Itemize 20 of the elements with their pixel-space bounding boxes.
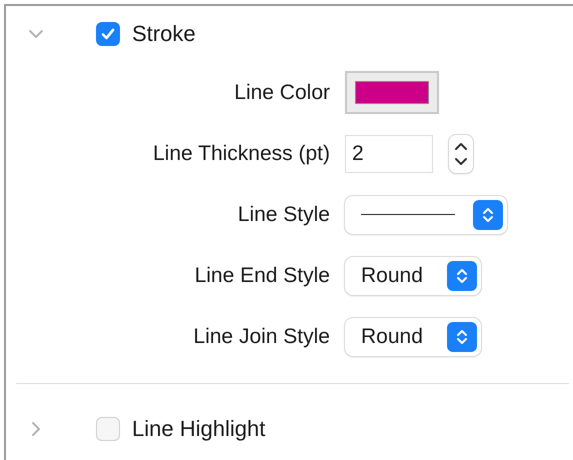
thickness-field[interactable]: 2 xyxy=(345,134,433,172)
field-label: Line Join Style xyxy=(192,324,330,348)
solid-line-icon xyxy=(361,214,455,216)
field-label: Line Color xyxy=(233,80,330,104)
popup-arrows-icon xyxy=(446,260,477,290)
popup-button[interactable]: Round xyxy=(345,318,481,356)
line-style-popup[interactable] xyxy=(345,196,507,234)
field-label: Line Style xyxy=(236,202,330,226)
field-label: Line End Style xyxy=(194,264,330,288)
checkmark-icon xyxy=(100,26,116,42)
checkbox[interactable] xyxy=(96,417,120,441)
popup-button[interactable]: Round xyxy=(345,256,481,294)
section-title: Stroke xyxy=(132,21,196,47)
field-label: Line Thickness (pt) xyxy=(152,142,330,166)
section-title: Line Highlight xyxy=(132,416,266,442)
color-well[interactable] xyxy=(345,71,439,114)
checkbox[interactable] xyxy=(96,22,120,46)
stepper[interactable] xyxy=(449,134,473,172)
popup-arrows-icon xyxy=(446,322,477,352)
popup-arrows-icon xyxy=(473,200,503,230)
